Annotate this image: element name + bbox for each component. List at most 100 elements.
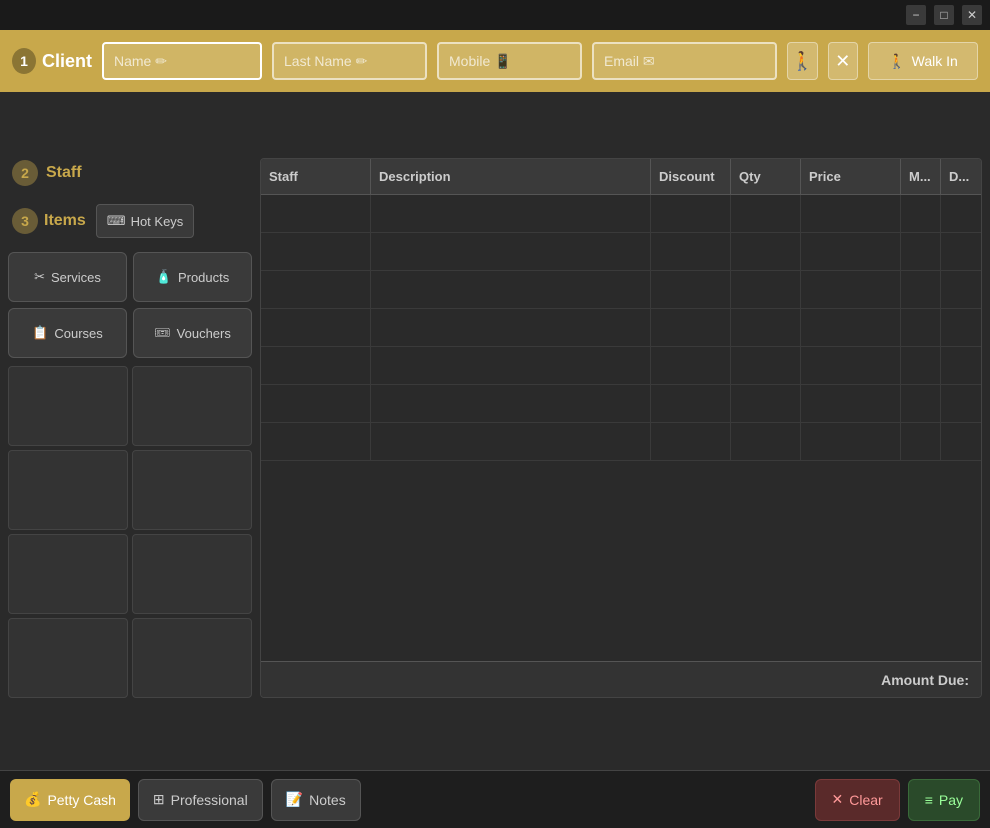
services-button[interactable]: ✂ Services: [8, 252, 127, 302]
products-button[interactable]: 🧴 Products: [133, 252, 252, 302]
lastname-input[interactable]: [272, 42, 427, 80]
notes-button[interactable]: 📝 Notes: [271, 779, 361, 821]
grid-cell-8[interactable]: [132, 618, 252, 698]
table-row: [261, 233, 981, 271]
grid-cell-7[interactable]: [8, 618, 128, 698]
table-footer: Amount Due:: [261, 661, 981, 697]
client-section-label: 1 Client: [12, 48, 92, 74]
vouchers-label: Vouchers: [177, 326, 231, 341]
row1-staff: [261, 195, 371, 232]
row2-staff: [261, 233, 371, 270]
notes-icon: 📝: [286, 791, 303, 808]
services-label: Services: [51, 270, 101, 285]
row7-desc: [371, 423, 651, 460]
right-panel: Staff Description Discount Qty Price M..…: [260, 150, 990, 698]
grid-cell-4[interactable]: [132, 450, 252, 530]
row3-misc: [901, 271, 941, 308]
professional-label: Professional: [171, 792, 248, 808]
row6-discount: [651, 385, 731, 422]
maximize-button[interactable]: □: [934, 5, 954, 25]
pay-button[interactable]: ≡ Pay: [908, 779, 980, 821]
pay-label: Pay: [939, 792, 963, 808]
col-price: Price: [801, 159, 901, 194]
col-misc: M...: [901, 159, 941, 194]
vouchers-icon: 🎟: [154, 325, 171, 341]
bottom-toolbar: 💰 Petty Cash ⊞ Professional 📝 Notes ✕ Cl…: [0, 770, 990, 828]
row3-desc: [371, 271, 651, 308]
name-input[interactable]: [102, 42, 262, 80]
walkin-button[interactable]: 🚶 Walk In: [868, 42, 978, 80]
row6-staff: [261, 385, 371, 422]
grid-cell-1[interactable]: [8, 366, 128, 446]
row6-del: [941, 385, 981, 422]
row3-staff: [261, 271, 371, 308]
vouchers-button[interactable]: 🎟 Vouchers: [133, 308, 252, 358]
products-icon: 🧴: [156, 269, 172, 285]
courses-icon: 📋: [32, 325, 48, 341]
courses-button[interactable]: 📋 Courses: [8, 308, 127, 358]
products-label: Products: [178, 270, 229, 285]
items-grid: [8, 366, 252, 698]
grid-cell-2[interactable]: [132, 366, 252, 446]
hotkeys-label: Hot Keys: [131, 214, 184, 229]
row5-staff: [261, 347, 371, 384]
mobile-input[interactable]: [437, 42, 582, 80]
row2-misc: [901, 233, 941, 270]
row2-desc: [371, 233, 651, 270]
row4-qty: [731, 309, 801, 346]
row3-del: [941, 271, 981, 308]
table-row: [261, 423, 981, 461]
email-input[interactable]: [592, 42, 777, 80]
row5-misc: [901, 347, 941, 384]
petty-cash-icon: 💰: [24, 791, 41, 808]
col-discount: Discount: [651, 159, 731, 194]
row6-price: [801, 385, 901, 422]
grid-cell-3[interactable]: [8, 450, 128, 530]
notes-label: Notes: [309, 792, 346, 808]
row6-qty: [731, 385, 801, 422]
table-body: [261, 195, 981, 661]
clear-button[interactable]: ✕ Clear: [815, 779, 900, 821]
hotkeys-icon: ⌨: [107, 213, 126, 229]
grid-cell-6[interactable]: [132, 534, 252, 614]
item-buttons: ✂ Services 🧴 Products 📋 Courses 🎟 Vouche…: [8, 252, 252, 358]
items-section-label: Items: [44, 212, 86, 230]
services-icon: ✂: [34, 269, 45, 285]
row4-del: [941, 309, 981, 346]
clear-client-button[interactable]: ✕: [828, 42, 859, 80]
left-panel: 2 Staff 3 Items ⌨ Hot Keys ✂ Services 🧴 …: [0, 150, 260, 698]
row3-price: [801, 271, 901, 308]
table-row: [261, 271, 981, 309]
row7-price: [801, 423, 901, 460]
grid-cell-5[interactable]: [8, 534, 128, 614]
staff-section: 2 Staff: [8, 150, 252, 196]
row2-price: [801, 233, 901, 270]
minimize-button[interactable]: −: [906, 5, 926, 25]
row5-discount: [651, 347, 731, 384]
col-qty: Qty: [731, 159, 801, 194]
row5-price: [801, 347, 901, 384]
hotkeys-button[interactable]: ⌨ Hot Keys: [96, 204, 195, 238]
col-description: Description: [371, 159, 651, 194]
row4-misc: [901, 309, 941, 346]
client-label: Client: [42, 51, 92, 72]
col-del: D...: [941, 159, 981, 194]
content-row: 2 Staff 3 Items ⌨ Hot Keys ✂ Services 🧴 …: [0, 150, 990, 698]
row6-misc: [901, 385, 941, 422]
professional-button[interactable]: ⊞ Professional: [138, 779, 263, 821]
row1-price: [801, 195, 901, 232]
table-row: [261, 195, 981, 233]
row7-discount: [651, 423, 731, 460]
petty-cash-label: Petty Cash: [47, 792, 115, 808]
gender-icon-button[interactable]: 🚶: [787, 42, 818, 80]
walkin-label: Walk In: [912, 53, 958, 69]
petty-cash-button[interactable]: 💰 Petty Cash: [10, 779, 130, 821]
staff-section-num: 2: [12, 160, 38, 186]
row7-staff: [261, 423, 371, 460]
row1-qty: [731, 195, 801, 232]
close-button[interactable]: ✕: [962, 5, 982, 25]
table-row: [261, 309, 981, 347]
row3-qty: [731, 271, 801, 308]
row5-del: [941, 347, 981, 384]
amount-due-label: Amount Due:: [881, 672, 969, 688]
